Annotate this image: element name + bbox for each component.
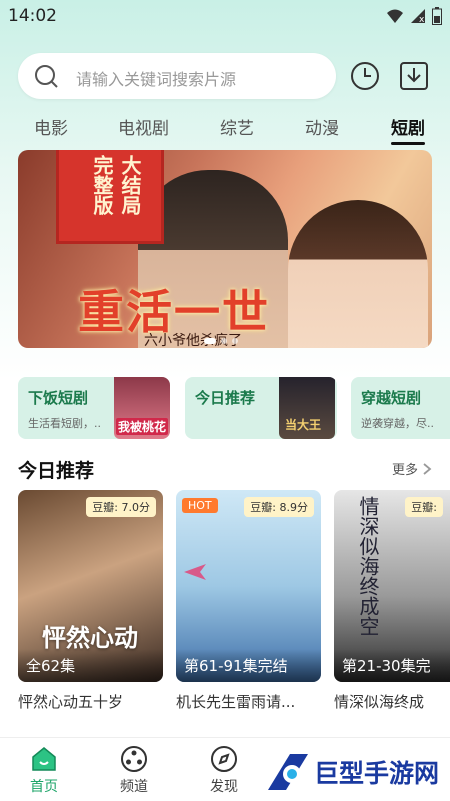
drama-name[interactable]: 怦然心动五十岁 bbox=[18, 691, 160, 712]
nav-home[interactable]: 首页 bbox=[14, 744, 74, 796]
poster-title: 怦然心动 bbox=[42, 623, 138, 652]
tab-tv[interactable]: 电视剧 bbox=[118, 114, 169, 139]
poster-title: 情深似海终成空 bbox=[356, 496, 380, 636]
category-title: 今日推荐 bbox=[195, 389, 256, 407]
hot-badge: HOT bbox=[182, 498, 218, 513]
history-button[interactable] bbox=[349, 60, 383, 94]
category-tabs: 电影 电视剧 综艺 动漫 短剧 bbox=[0, 110, 450, 145]
episode-info: 全62集 bbox=[18, 649, 163, 682]
chevron-right-icon bbox=[423, 463, 432, 475]
search-bar[interactable]: 请输入关键词搜索片源 bbox=[18, 53, 336, 99]
stamp-text-2: 完整版 bbox=[90, 155, 114, 215]
nav-channel-label: 频道 bbox=[120, 779, 148, 795]
tab-anime[interactable]: 动漫 bbox=[305, 114, 339, 139]
search-icon bbox=[35, 65, 58, 88]
tab-movie[interactable]: 电影 bbox=[34, 114, 68, 139]
watermark-logo-icon bbox=[268, 754, 308, 790]
score-badge: 豆瓣: 8.9分 bbox=[244, 497, 314, 517]
category-title: 穿越短剧 bbox=[361, 389, 422, 407]
stamp-text-1: 大结局 bbox=[118, 155, 142, 215]
battery-icon bbox=[432, 7, 442, 25]
banner-stamp: 大结局 完整版 bbox=[56, 150, 164, 244]
nav-channel[interactable]: 频道 bbox=[104, 744, 164, 796]
category-subtitle: 逆袭穿越，尽.. bbox=[361, 417, 434, 430]
score-badge: 豆瓣: bbox=[405, 497, 443, 517]
category-subtitle: 生活看短剧，.. bbox=[28, 417, 101, 430]
drama-card-3[interactable]: 豆瓣: 情深似海终成空 第21-30集完 bbox=[334, 490, 450, 682]
wifi-icon bbox=[387, 9, 403, 23]
episode-info: 第21-30集完 bbox=[334, 649, 450, 682]
status-bar: 14:02 x bbox=[0, 0, 450, 34]
tab-short-drama[interactable]: 短剧 bbox=[391, 114, 425, 139]
download-button[interactable] bbox=[398, 60, 432, 94]
category-title: 下饭短剧 bbox=[28, 389, 89, 407]
category-card-2[interactable]: 今日推荐 当大王 bbox=[185, 377, 337, 439]
drama-name[interactable]: 情深似海终成 bbox=[334, 691, 450, 712]
svg-text:x: x bbox=[419, 15, 425, 24]
score-badge: 豆瓣: 7.0分 bbox=[86, 497, 156, 517]
category-thumb: 当大王 bbox=[279, 377, 335, 439]
watermark: 巨型手游网 bbox=[258, 745, 450, 800]
more-link[interactable]: 更多 bbox=[392, 459, 433, 478]
category-thumb: 我被桃花 bbox=[114, 377, 170, 439]
channel-icon bbox=[121, 746, 147, 772]
drama-card-1[interactable]: 豆瓣: 7.0分 怦然心动 全62集 bbox=[18, 490, 163, 682]
search-input[interactable]: 请输入关键词搜索片源 bbox=[76, 66, 236, 90]
drama-name[interactable]: 机长先生雷雨请... bbox=[176, 691, 318, 712]
more-label: 更多 bbox=[392, 463, 419, 478]
drama-card-2[interactable]: HOT 豆瓣: 8.9分 第61-91集完结 bbox=[176, 490, 321, 682]
signal-icon: x bbox=[411, 9, 425, 24]
tab-variety[interactable]: 综艺 bbox=[220, 114, 254, 139]
active-tab-indicator bbox=[391, 142, 425, 145]
section-title: 今日推荐 bbox=[18, 460, 95, 482]
compass-icon bbox=[211, 746, 237, 772]
carousel-dots bbox=[204, 338, 238, 344]
nav-discover[interactable]: 发现 bbox=[194, 744, 254, 796]
episode-info: 第61-91集完结 bbox=[176, 649, 321, 682]
home-icon bbox=[32, 747, 56, 771]
hero-banner[interactable]: 大结局 完整版 重活一世 六小爷他杀疯了 bbox=[18, 150, 432, 348]
status-time: 14:02 bbox=[8, 6, 57, 26]
thumb-caption: 当大王 bbox=[285, 418, 322, 432]
category-card-3[interactable]: 穿越短剧 逆袭穿越，尽.. bbox=[351, 377, 450, 439]
nav-home-label: 首页 bbox=[30, 779, 58, 795]
banner-actress bbox=[288, 200, 428, 348]
watermark-text: 巨型手游网 bbox=[314, 759, 440, 788]
airplane-icon bbox=[184, 564, 206, 580]
thumb-caption: 我被桃花 bbox=[116, 418, 169, 435]
nav-discover-label: 发现 bbox=[210, 779, 238, 795]
clock-icon bbox=[351, 62, 379, 90]
category-card-1[interactable]: 下饭短剧 生活看短剧，.. 我被桃花 bbox=[18, 377, 170, 439]
download-icon bbox=[400, 62, 428, 90]
